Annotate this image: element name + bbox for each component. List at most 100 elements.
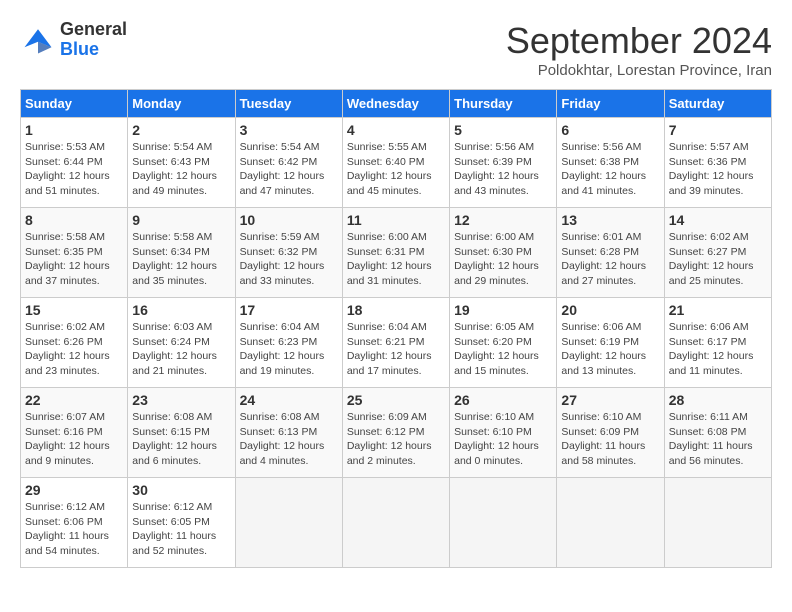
calendar-week-row: 8 Sunrise: 5:58 AMSunset: 6:35 PMDaylight… xyxy=(21,208,772,298)
day-info: Sunrise: 6:07 AMSunset: 6:16 PMDaylight:… xyxy=(25,410,123,469)
logo: General Blue xyxy=(20,20,127,60)
day-info: Sunrise: 5:57 AMSunset: 6:36 PMDaylight:… xyxy=(669,140,767,199)
day-info: Sunrise: 6:04 AMSunset: 6:21 PMDaylight:… xyxy=(347,320,445,379)
day-info: Sunrise: 5:56 AMSunset: 6:39 PMDaylight:… xyxy=(454,140,552,199)
calendar-day-cell: 25Sunrise: 6:09 AMSunset: 6:12 PMDayligh… xyxy=(342,388,449,478)
calendar-day-cell: 6 Sunrise: 5:56 AMSunset: 6:38 PMDaylight… xyxy=(557,118,664,208)
calendar-day-cell: 8 Sunrise: 5:58 AMSunset: 6:35 PMDaylight… xyxy=(21,208,128,298)
weekday-header-monday: Monday xyxy=(128,90,235,118)
calendar-day-cell: 29Sunrise: 6:12 AMSunset: 6:06 PMDayligh… xyxy=(21,478,128,568)
day-info: Sunrise: 6:08 AMSunset: 6:13 PMDaylight:… xyxy=(240,410,338,469)
day-number: 24 xyxy=(240,392,338,408)
day-info: Sunrise: 6:00 AMSunset: 6:30 PMDaylight:… xyxy=(454,230,552,289)
day-info: Sunrise: 6:00 AMSunset: 6:31 PMDaylight:… xyxy=(347,230,445,289)
calendar-day-cell: 15Sunrise: 6:02 AMSunset: 6:26 PMDayligh… xyxy=(21,298,128,388)
day-number: 30 xyxy=(132,482,230,498)
day-number: 4 xyxy=(347,122,445,138)
day-number: 8 xyxy=(25,212,123,228)
day-info: Sunrise: 5:56 AMSunset: 6:38 PMDaylight:… xyxy=(561,140,659,199)
calendar-day-cell: 22 Sunrise: 6:07 AMSunset: 6:16 PMDayligh… xyxy=(21,388,128,478)
day-info: Sunrise: 6:02 AMSunset: 6:27 PMDaylight:… xyxy=(669,230,767,289)
day-info: Sunrise: 6:08 AMSunset: 6:15 PMDaylight:… xyxy=(132,410,230,469)
day-number: 21 xyxy=(669,302,767,318)
weekday-header-friday: Friday xyxy=(557,90,664,118)
calendar-week-row: 29Sunrise: 6:12 AMSunset: 6:06 PMDayligh… xyxy=(21,478,772,568)
day-number: 5 xyxy=(454,122,552,138)
calendar-day-cell: 28 Sunrise: 6:11 AMSunset: 6:08 PMDayligh… xyxy=(664,388,771,478)
calendar-day-cell: 18 Sunrise: 6:04 AMSunset: 6:21 PMDayligh… xyxy=(342,298,449,388)
day-number: 10 xyxy=(240,212,338,228)
day-number: 28 xyxy=(669,392,767,408)
day-number: 13 xyxy=(561,212,659,228)
calendar-day-cell: 2 Sunrise: 5:54 AMSunset: 6:43 PMDaylight… xyxy=(128,118,235,208)
calendar-day-cell xyxy=(235,478,342,568)
calendar-day-cell: 7 Sunrise: 5:57 AMSunset: 6:36 PMDaylight… xyxy=(664,118,771,208)
calendar-week-row: 1 Sunrise: 5:53 AMSunset: 6:44 PMDaylight… xyxy=(21,118,772,208)
calendar-week-row: 15Sunrise: 6:02 AMSunset: 6:26 PMDayligh… xyxy=(21,298,772,388)
day-number: 12 xyxy=(454,212,552,228)
location-subtitle: Poldokhtar, Lorestan Province, Iran xyxy=(506,62,772,79)
calendar-day-cell: 10 Sunrise: 5:59 AMSunset: 6:32 PMDayligh… xyxy=(235,208,342,298)
calendar-day-cell: 23 Sunrise: 6:08 AMSunset: 6:15 PMDayligh… xyxy=(128,388,235,478)
day-number: 22 xyxy=(25,392,123,408)
day-number: 26 xyxy=(454,392,552,408)
day-number: 14 xyxy=(669,212,767,228)
calendar-day-cell xyxy=(557,478,664,568)
day-info: Sunrise: 5:55 AMSunset: 6:40 PMDaylight:… xyxy=(347,140,445,199)
day-info: Sunrise: 5:54 AMSunset: 6:43 PMDaylight:… xyxy=(132,140,230,199)
day-number: 17 xyxy=(240,302,338,318)
day-number: 9 xyxy=(132,212,230,228)
calendar-day-cell: 20 Sunrise: 6:06 AMSunset: 6:19 PMDayligh… xyxy=(557,298,664,388)
day-info: Sunrise: 6:12 AMSunset: 6:05 PMDaylight:… xyxy=(132,500,230,559)
day-info: Sunrise: 5:53 AMSunset: 6:44 PMDaylight:… xyxy=(25,140,123,199)
calendar-day-cell: 13Sunrise: 6:01 AMSunset: 6:28 PMDayligh… xyxy=(557,208,664,298)
day-number: 27 xyxy=(561,392,659,408)
calendar-day-cell xyxy=(664,478,771,568)
day-number: 6 xyxy=(561,122,659,138)
calendar-day-cell: 26 Sunrise: 6:10 AMSunset: 6:10 PMDayligh… xyxy=(450,388,557,478)
day-info: Sunrise: 5:54 AMSunset: 6:42 PMDaylight:… xyxy=(240,140,338,199)
calendar-day-cell: 30 Sunrise: 6:12 AMSunset: 6:05 PMDayligh… xyxy=(128,478,235,568)
calendar-day-cell: 24 Sunrise: 6:08 AMSunset: 6:13 PMDayligh… xyxy=(235,388,342,478)
day-info: Sunrise: 5:59 AMSunset: 6:32 PMDaylight:… xyxy=(240,230,338,289)
calendar-day-cell: 5 Sunrise: 5:56 AMSunset: 6:39 PMDaylight… xyxy=(450,118,557,208)
day-number: 18 xyxy=(347,302,445,318)
logo-icon xyxy=(20,22,56,58)
day-number: 20 xyxy=(561,302,659,318)
day-info: Sunrise: 6:03 AMSunset: 6:24 PMDaylight:… xyxy=(132,320,230,379)
weekday-header-sunday: Sunday xyxy=(21,90,128,118)
day-info: Sunrise: 6:10 AMSunset: 6:09 PMDaylight:… xyxy=(561,410,659,469)
calendar-week-row: 22 Sunrise: 6:07 AMSunset: 6:16 PMDayligh… xyxy=(21,388,772,478)
calendar-day-cell: 3Sunrise: 5:54 AMSunset: 6:42 PMDaylight… xyxy=(235,118,342,208)
calendar-day-cell xyxy=(450,478,557,568)
calendar-day-cell: 1 Sunrise: 5:53 AMSunset: 6:44 PMDaylight… xyxy=(21,118,128,208)
weekday-header-wednesday: Wednesday xyxy=(342,90,449,118)
day-number: 7 xyxy=(669,122,767,138)
weekday-header-thursday: Thursday xyxy=(450,90,557,118)
calendar-day-cell: 19Sunrise: 6:05 AMSunset: 6:20 PMDayligh… xyxy=(450,298,557,388)
calendar-day-cell: 12 Sunrise: 6:00 AMSunset: 6:30 PMDayligh… xyxy=(450,208,557,298)
weekday-header-saturday: Saturday xyxy=(664,90,771,118)
day-info: Sunrise: 6:11 AMSunset: 6:08 PMDaylight:… xyxy=(669,410,767,469)
month-title: September 2024 xyxy=(506,20,772,62)
day-number: 25 xyxy=(347,392,445,408)
weekday-header-tuesday: Tuesday xyxy=(235,90,342,118)
day-info: Sunrise: 5:58 AMSunset: 6:35 PMDaylight:… xyxy=(25,230,123,289)
day-info: Sunrise: 6:04 AMSunset: 6:23 PMDaylight:… xyxy=(240,320,338,379)
day-number: 1 xyxy=(25,122,123,138)
calendar-day-cell: 9 Sunrise: 5:58 AMSunset: 6:34 PMDaylight… xyxy=(128,208,235,298)
calendar-day-cell: 21 Sunrise: 6:06 AMSunset: 6:17 PMDayligh… xyxy=(664,298,771,388)
weekday-header-row: SundayMondayTuesdayWednesdayThursdayFrid… xyxy=(21,90,772,118)
calendar-day-cell: 11 Sunrise: 6:00 AMSunset: 6:31 PMDayligh… xyxy=(342,208,449,298)
day-number: 11 xyxy=(347,212,445,228)
calendar-table: SundayMondayTuesdayWednesdayThursdayFrid… xyxy=(20,89,772,568)
day-info: Sunrise: 6:10 AMSunset: 6:10 PMDaylight:… xyxy=(454,410,552,469)
day-info: Sunrise: 5:58 AMSunset: 6:34 PMDaylight:… xyxy=(132,230,230,289)
day-info: Sunrise: 6:06 AMSunset: 6:19 PMDaylight:… xyxy=(561,320,659,379)
logo-text: General Blue xyxy=(60,20,127,60)
day-info: Sunrise: 6:06 AMSunset: 6:17 PMDaylight:… xyxy=(669,320,767,379)
calendar-day-cell xyxy=(342,478,449,568)
day-info: Sunrise: 6:02 AMSunset: 6:26 PMDaylight:… xyxy=(25,320,123,379)
day-number: 23 xyxy=(132,392,230,408)
day-number: 2 xyxy=(132,122,230,138)
